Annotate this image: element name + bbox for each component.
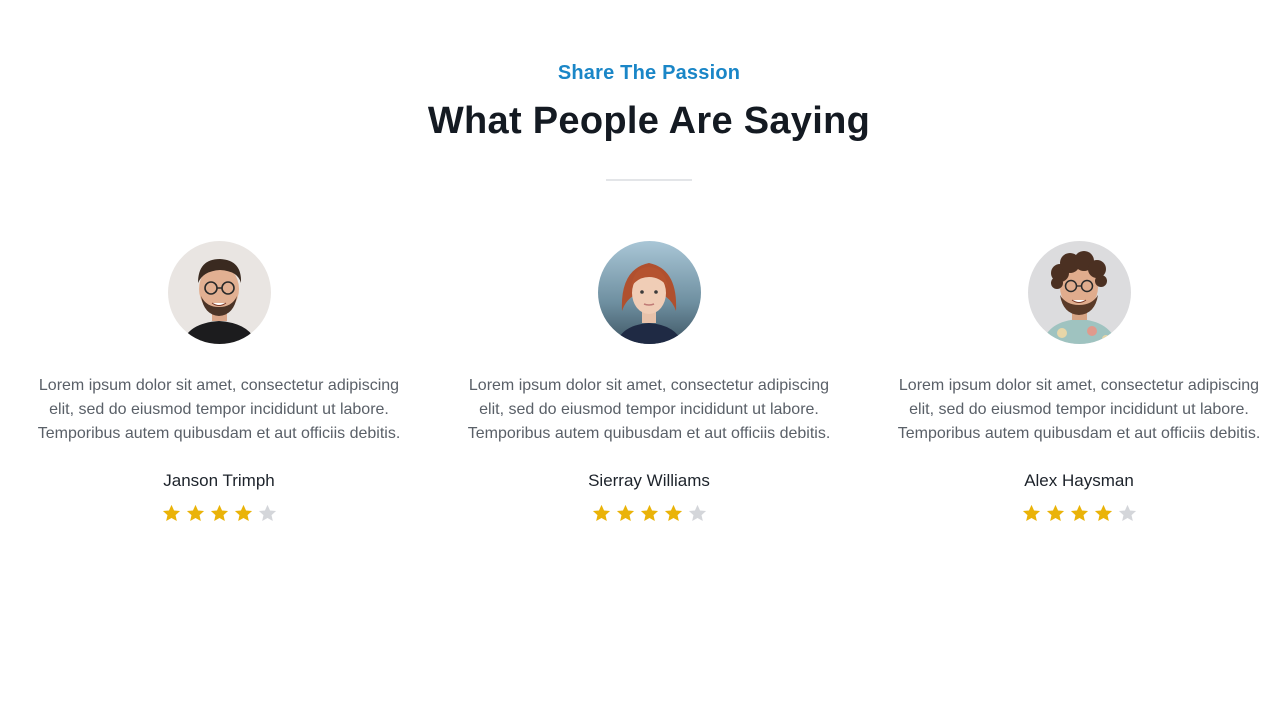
heading-divider <box>606 179 692 181</box>
star-filled-icon <box>664 504 682 522</box>
testimonial-list: Lorem ipsum dolor sit amet, consectetur … <box>0 241 1280 541</box>
testimonial-author: Alex Haysman <box>1024 471 1134 490</box>
man-curly-hair-avatar-icon <box>1028 241 1131 344</box>
star-filled-icon <box>1070 504 1088 522</box>
woman-red-hair-avatar-icon <box>598 241 701 344</box>
star-filled-icon <box>592 504 610 522</box>
star-rating <box>9 503 429 524</box>
star-filled-icon <box>640 504 658 522</box>
testimonials-section: Share The Passion What People Are Saying <box>0 0 1280 720</box>
star-filled-icon <box>186 504 204 522</box>
star-filled-icon <box>162 504 180 522</box>
testimonial-quote: Lorem ipsum dolor sit amet, consectetur … <box>897 377 1261 442</box>
testimonial-quote: Lorem ipsum dolor sit amet, consectetur … <box>37 377 401 442</box>
star-empty-icon <box>1118 504 1136 522</box>
star-filled-icon <box>1094 504 1112 522</box>
star-rating <box>869 503 1280 524</box>
star-empty-icon <box>688 504 706 522</box>
avatar <box>598 241 701 344</box>
avatar <box>1028 241 1131 344</box>
section-heading: What People Are Saying <box>427 100 871 142</box>
man-with-glasses-avatar-icon <box>168 241 271 344</box>
star-empty-icon <box>258 504 276 522</box>
testimonial-author: Sierray Williams <box>588 471 710 490</box>
testimonial-card: Lorem ipsum dolor sit amet, consectetur … <box>439 241 859 541</box>
star-filled-icon <box>234 504 252 522</box>
star-filled-icon <box>210 504 228 522</box>
section-eyebrow: Share The Passion <box>557 62 741 84</box>
testimonial-quote: Lorem ipsum dolor sit amet, consectetur … <box>467 377 831 442</box>
testimonial-card: Lorem ipsum dolor sit amet, consectetur … <box>9 241 429 541</box>
star-filled-icon <box>1046 504 1064 522</box>
star-filled-icon <box>1022 504 1040 522</box>
testimonial-card: Lorem ipsum dolor sit amet, consectetur … <box>869 241 1280 541</box>
avatar <box>168 241 271 344</box>
star-filled-icon <box>616 504 634 522</box>
testimonial-author: Janson Trimph <box>163 471 275 490</box>
star-rating <box>439 503 859 524</box>
